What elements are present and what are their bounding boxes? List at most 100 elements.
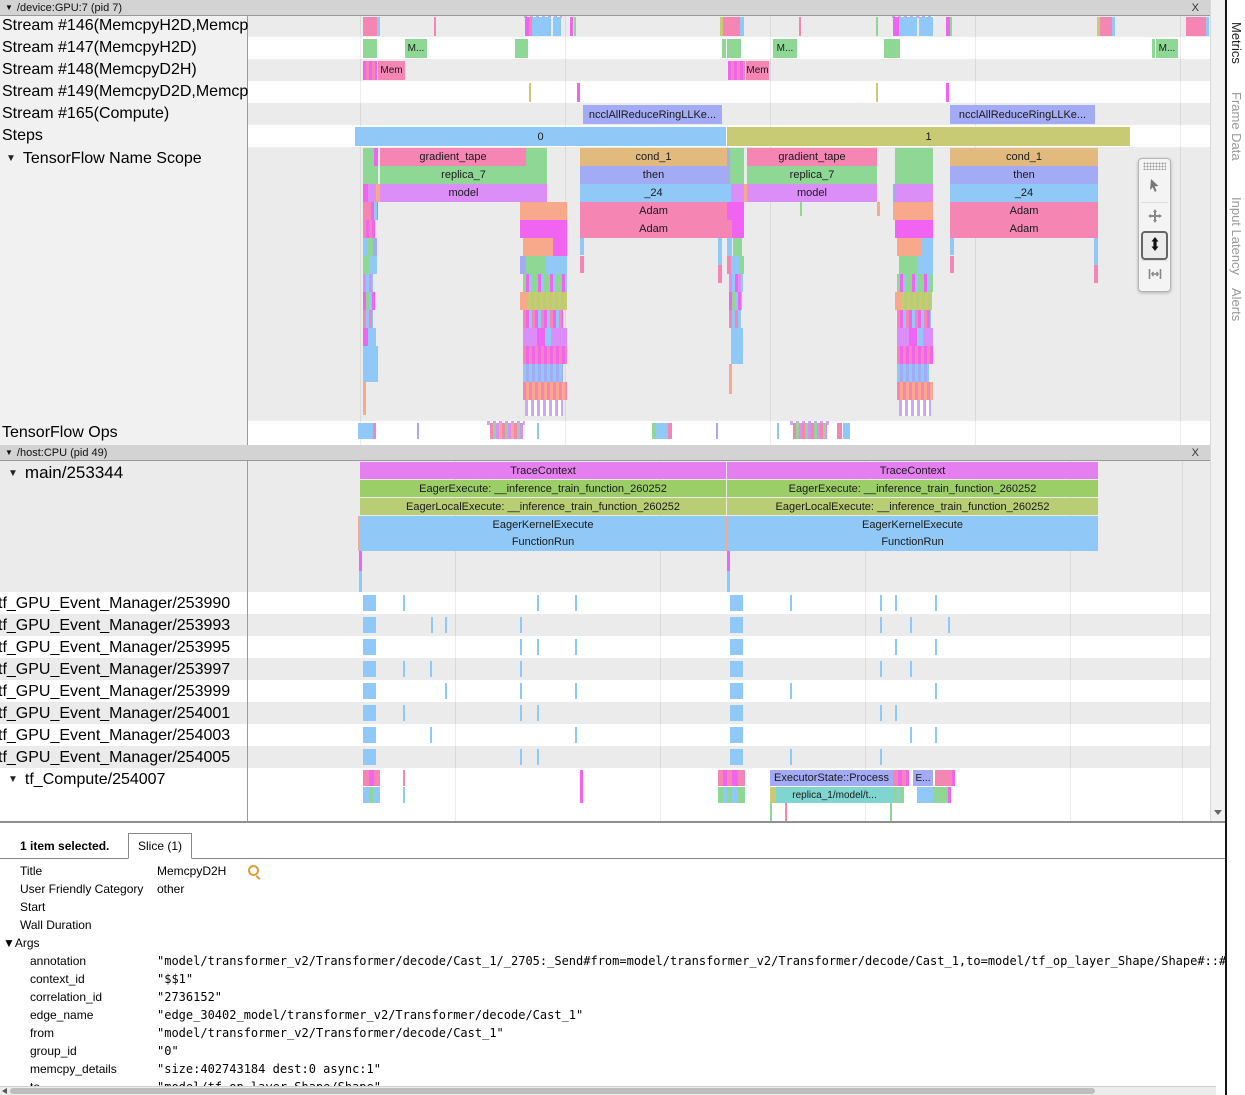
trace-event[interactable]: ncclAllReduceRingLLKe... <box>583 105 722 124</box>
trace-block[interactable] <box>876 17 878 36</box>
trace-event[interactable]: _24 <box>580 184 727 202</box>
trace-block[interactable] <box>876 83 878 102</box>
trace-block[interactable] <box>790 595 792 611</box>
selection-tool-button[interactable] <box>1141 173 1168 202</box>
trace-block[interactable] <box>895 595 897 611</box>
trace-block[interactable] <box>948 787 951 803</box>
trace-block[interactable] <box>546 256 567 274</box>
trace-block[interactable] <box>727 202 744 220</box>
trace-block[interactable] <box>363 17 377 36</box>
trace-event[interactable]: EagerExecute: __inference_train_function… <box>727 480 1098 497</box>
trace-block[interactable] <box>923 328 933 346</box>
trace-block[interactable] <box>528 292 567 310</box>
horizontal-scrollbar-thumb[interactable] <box>10 1088 1095 1094</box>
trace-block[interactable] <box>575 683 577 699</box>
trace-block[interactable] <box>445 683 447 699</box>
trace-event[interactable]: 1 <box>727 127 1130 146</box>
trace-block[interactable] <box>523 328 537 346</box>
trace-block[interactable] <box>897 328 909 346</box>
trace-block[interactable] <box>363 292 375 310</box>
trace-event[interactable]: replica_7 <box>747 166 877 184</box>
trace-block[interactable] <box>532 17 551 36</box>
trace-block[interactable] <box>730 683 743 699</box>
trace-block[interactable] <box>520 683 522 699</box>
trace-block[interactable] <box>897 310 931 328</box>
trace-block[interactable] <box>363 310 373 328</box>
trace-block[interactable] <box>1186 17 1206 36</box>
trace-block[interactable] <box>921 238 933 256</box>
trace-block[interactable] <box>880 617 882 633</box>
trace-block[interactable] <box>525 400 563 416</box>
trace-block[interactable] <box>895 639 897 655</box>
trace-block[interactable] <box>574 17 576 36</box>
trace-block[interactable] <box>909 328 917 346</box>
trace-block[interactable] <box>880 661 882 677</box>
trace-block[interactable] <box>910 617 912 633</box>
trace-block[interactable] <box>526 148 547 166</box>
trace-block[interactable] <box>363 220 375 238</box>
trace-event[interactable]: Mem <box>746 61 769 80</box>
trace-block[interactable] <box>363 705 376 721</box>
trace-block[interactable] <box>731 184 744 202</box>
trace-event[interactable]: EagerLocalExecute: __inference_train_fun… <box>360 498 726 515</box>
trace-block[interactable] <box>526 256 546 274</box>
trace-event[interactable]: 0 <box>355 127 726 146</box>
trace-block[interactable] <box>523 274 567 292</box>
trace-block[interactable] <box>537 749 539 765</box>
trace-block[interactable] <box>515 39 528 58</box>
trace-block[interactable] <box>358 516 360 551</box>
trace-block[interactable] <box>718 265 722 283</box>
trace-block[interactable] <box>537 595 539 611</box>
gpu-panel-close-button[interactable]: X <box>1192 2 1199 14</box>
trace-block[interactable] <box>777 423 779 439</box>
trace-block[interactable] <box>722 39 726 58</box>
trace-block[interactable] <box>935 595 937 611</box>
trace-block[interactable] <box>727 571 730 592</box>
trace-block[interactable] <box>948 617 950 633</box>
trace-block[interactable] <box>551 328 567 346</box>
trace-block[interactable] <box>363 202 371 220</box>
trace-block[interactable] <box>843 423 850 439</box>
trace-block[interactable] <box>358 423 373 439</box>
trace-block[interactable] <box>403 705 405 721</box>
gpu-row-label[interactable]: ▼TensorFlow Name Scope <box>6 150 202 168</box>
trace-event[interactable]: Mem <box>378 61 405 80</box>
trace-block[interactable] <box>910 727 912 743</box>
trace-block[interactable] <box>363 595 376 611</box>
trace-event[interactable]: EagerExecute: __inference_train_function… <box>360 480 726 497</box>
trace-block[interactable] <box>950 238 954 255</box>
trace-block[interactable] <box>731 256 739 274</box>
trace-block[interactable] <box>727 551 730 571</box>
trace-block[interactable] <box>369 256 377 274</box>
trace-block[interactable] <box>373 787 380 803</box>
trace-block[interactable] <box>897 364 929 382</box>
trace-block[interactable] <box>529 83 531 102</box>
trace-block[interactable] <box>906 770 909 786</box>
trace-block[interactable] <box>895 166 933 184</box>
tab-alerts[interactable]: Alerts <box>1229 288 1244 321</box>
trace-block[interactable] <box>897 238 921 256</box>
trace-block[interactable] <box>430 661 432 677</box>
trace-block[interactable] <box>520 661 522 677</box>
trace-block[interactable] <box>373 423 376 439</box>
trace-block[interactable] <box>403 787 405 803</box>
trace-block[interactable] <box>935 770 952 786</box>
scroll-left-arrow-icon[interactable] <box>2 1088 7 1094</box>
trace-event[interactable]: EagerKernelExecute <box>727 516 1098 533</box>
trace-block[interactable] <box>553 17 561 36</box>
trace-block[interactable] <box>523 238 553 256</box>
trace-block[interactable] <box>403 595 405 611</box>
trace-block[interactable] <box>739 256 744 274</box>
trace-block[interactable] <box>899 400 931 416</box>
trace-block[interactable] <box>729 310 741 328</box>
trace-block[interactable] <box>537 328 545 346</box>
trace-block[interactable] <box>363 166 378 184</box>
trace-block[interactable] <box>363 382 366 415</box>
trace-block[interactable] <box>430 727 432 743</box>
trace-block[interactable] <box>363 39 377 58</box>
trace-block[interactable] <box>897 382 933 400</box>
trace-block[interactable] <box>785 803 787 821</box>
trace-block[interactable] <box>799 17 801 36</box>
trace-event[interactable]: Adam <box>580 220 727 238</box>
trace-block[interactable] <box>946 83 949 102</box>
